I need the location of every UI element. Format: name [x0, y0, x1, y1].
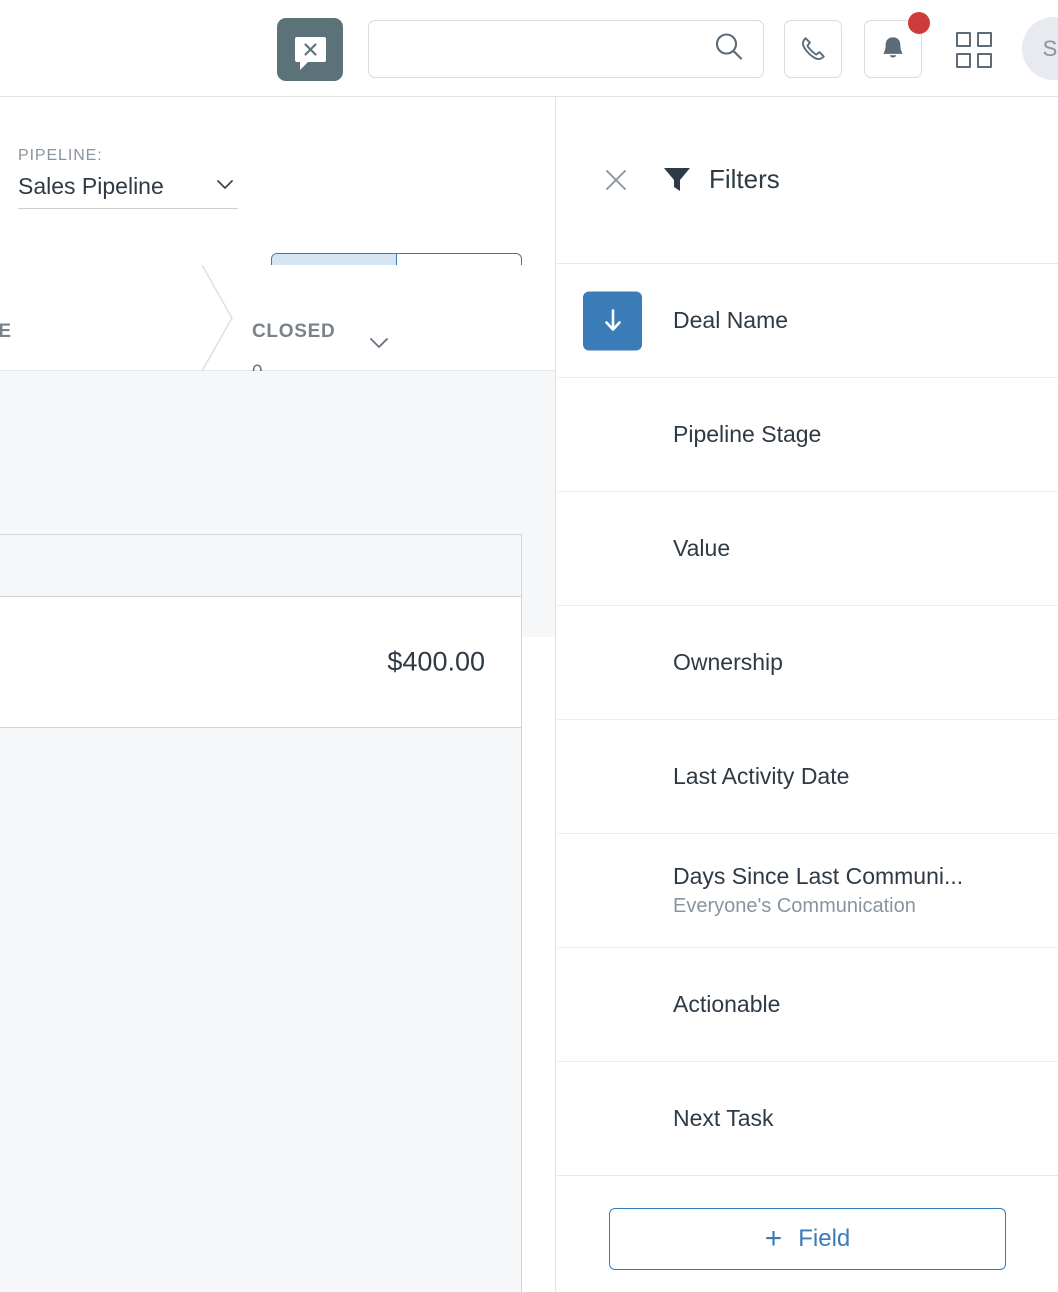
arrow-down-icon[interactable]	[583, 291, 642, 350]
add-field-label: Field	[798, 1225, 851, 1252]
filter-field-row-pipeline-stage[interactable]: Pipeline Stage	[557, 378, 1058, 492]
filter-field-label: Actionable	[673, 991, 781, 1017]
filters-panel: Filters Deal Name Pipeline Stage Value O…	[557, 97, 1058, 1292]
close-icon[interactable]	[601, 165, 631, 195]
stage-name: CLOSED	[252, 321, 336, 342]
column-header	[0, 535, 521, 597]
filter-field-label: Last Activity Date	[673, 763, 850, 789]
avatar-initials: SI	[1042, 35, 1058, 61]
deal-card[interactable]: $400.00	[0, 597, 521, 728]
pipeline-selector[interactable]: PIPELINE: Sales Pipeline	[18, 147, 238, 209]
pipeline-stage-strip: RE CLOSED 0	[0, 265, 555, 383]
filter-field-row-ownership[interactable]: Ownership	[557, 606, 1058, 720]
stage-column-closed[interactable]: CLOSED 0	[238, 265, 538, 383]
filter-field-row-days-since-last-communication[interactable]: Days Since Last Communi... Everyone's Co…	[557, 834, 1058, 948]
filters-panel-header: Filters	[557, 97, 1058, 264]
close-x-glyph	[303, 43, 317, 56]
stage-deal-column: $400.00	[0, 534, 522, 1292]
avatar[interactable]: SI	[1022, 17, 1058, 80]
phone-icon[interactable]	[784, 20, 842, 78]
add-field-container: + Field	[557, 1208, 1058, 1270]
filter-field-row-value[interactable]: Value	[557, 492, 1058, 606]
search-input[interactable]	[369, 21, 709, 77]
filter-field-row-last-activity-date[interactable]: Last Activity Date	[557, 720, 1058, 834]
filter-field-label: Deal Name	[673, 307, 789, 333]
pipeline-value: Sales Pipeline	[18, 173, 164, 199]
pipeline-toolbar: PIPELINE: Sales Pipeline	[0, 97, 555, 381]
apps-grid-icon[interactable]	[956, 32, 992, 68]
filter-field-label: Ownership	[673, 649, 783, 675]
add-field-button[interactable]: + Field	[609, 1208, 1006, 1270]
chat-close-bubble-icon[interactable]	[277, 18, 343, 81]
filter-field-list: Deal Name Pipeline Stage Value Ownership…	[557, 264, 1058, 1176]
filter-field-row-actionable[interactable]: Actionable	[557, 948, 1058, 1062]
filters-panel-title: Filters	[709, 164, 780, 194]
notification-badge	[908, 12, 930, 34]
filter-field-row-deal-name[interactable]: Deal Name	[557, 264, 1058, 378]
pipeline-label: PIPELINE:	[18, 147, 103, 164]
chevron-down-icon[interactable]	[212, 171, 238, 202]
filter-field-sublabel: Everyone's Communication	[673, 895, 916, 917]
filter-field-label: Pipeline Stage	[673, 421, 822, 447]
bell-icon[interactable]	[864, 12, 930, 78]
main-board-area: PIPELINE: Sales Pipeline CLOSED $400.00	[0, 97, 556, 1292]
stage-name: RE	[0, 321, 12, 343]
filter-field-label: Value	[673, 535, 731, 561]
search-box[interactable]	[368, 20, 764, 78]
search-icon[interactable]	[713, 31, 745, 68]
filter-field-label: Next Task	[673, 1105, 774, 1131]
funnel-icon	[661, 163, 693, 200]
deal-amount: $400.00	[387, 646, 485, 677]
top-bar: SI	[0, 0, 1058, 97]
filter-field-row-next-task[interactable]: Next Task	[557, 1062, 1058, 1176]
plus-icon: +	[764, 1222, 783, 1255]
stage-funnel-separator	[196, 264, 238, 372]
filter-field-label: Days Since Last Communi...	[673, 863, 964, 889]
stage-column-re[interactable]: RE	[0, 265, 200, 371]
chevron-down-icon[interactable]	[364, 328, 394, 363]
